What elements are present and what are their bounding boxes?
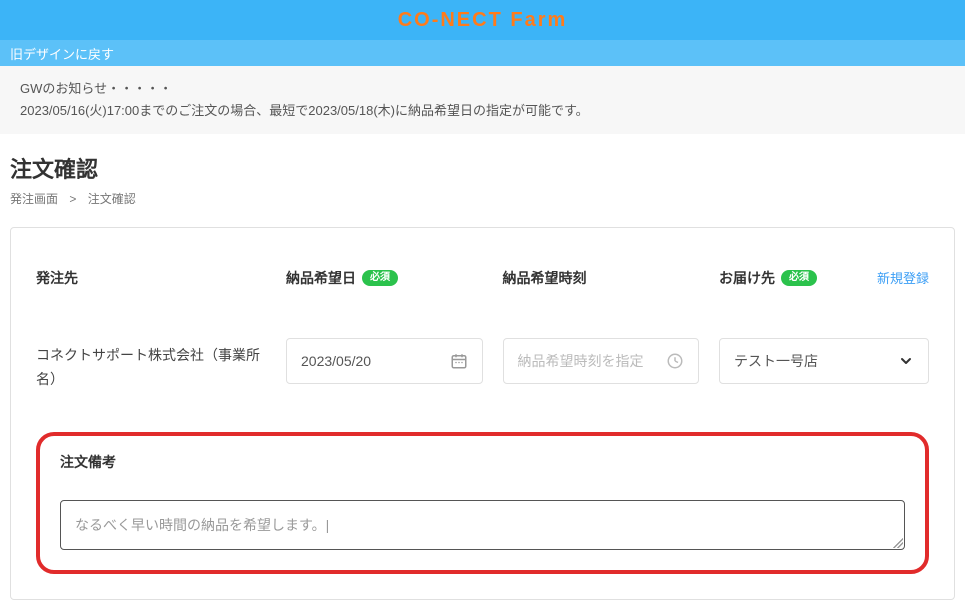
sub-header: 旧デザインに戻す bbox=[0, 40, 965, 66]
notice-bar: GWのお知らせ・・・・・ 2023/05/16(火)17:00までのご注文の場合… bbox=[0, 66, 965, 134]
field-row: 発注先 コネクトサポート株式会社（事業所名） 納品希望日 必須 2023/05/… bbox=[36, 268, 929, 392]
required-badge: 必須 bbox=[781, 270, 817, 286]
clock-icon bbox=[666, 352, 684, 370]
app-title: CO-NECT Farm bbox=[398, 9, 568, 32]
remarks-textarea[interactable]: なるべく早い時間の納品を希望します。| bbox=[60, 500, 905, 550]
label-delivery-date: 納品希望日 必須 bbox=[286, 268, 483, 288]
label-destination: 発注先 bbox=[36, 268, 266, 288]
notice-line-1: GWのお知らせ・・・・・ bbox=[20, 78, 945, 100]
breadcrumb-separator: > bbox=[69, 192, 76, 206]
calendar-icon bbox=[450, 352, 468, 370]
col-delivery-time: 納品希望時刻 納品希望時刻を指定 bbox=[503, 268, 700, 384]
remarks-highlight-box: 注文備考 なるべく早い時間の納品を希望します。| bbox=[36, 432, 929, 574]
order-form-panel: 発注先 コネクトサポート株式会社（事業所名） 納品希望日 必須 2023/05/… bbox=[10, 227, 955, 600]
breadcrumb: 発注画面 > 注文確認 bbox=[10, 190, 955, 207]
ship-to-value: テスト一号店 bbox=[734, 351, 818, 371]
delivery-date-value: 2023/05/20 bbox=[301, 353, 371, 369]
breadcrumb-current: 注文確認 bbox=[88, 192, 136, 206]
col-destination: 発注先 コネクトサポート株式会社（事業所名） bbox=[36, 268, 266, 392]
remarks-value: なるべく早い時間の納品を希望します。| bbox=[75, 517, 329, 533]
delivery-time-placeholder: 納品希望時刻を指定 bbox=[518, 351, 644, 371]
delivery-time-input[interactable]: 納品希望時刻を指定 bbox=[503, 338, 700, 384]
col-delivery-date: 納品希望日 必須 2023/05/20 bbox=[286, 268, 483, 384]
page-title-area: 注文確認 発注画面 > 注文確認 bbox=[0, 134, 965, 217]
new-register-link[interactable]: 新規登録 bbox=[877, 268, 929, 287]
app-header: CO-NECT Farm bbox=[0, 0, 965, 40]
notice-line-2: 2023/05/16(火)17:00までのご注文の場合、最短で2023/05/1… bbox=[20, 100, 945, 122]
ship-to-select[interactable]: テスト一号店 bbox=[719, 338, 929, 384]
breadcrumb-prev[interactable]: 発注画面 bbox=[10, 192, 58, 206]
value-destination: コネクトサポート株式会社（事業所名） bbox=[36, 338, 266, 392]
label-delivery-time: 納品希望時刻 bbox=[503, 268, 700, 288]
back-to-old-design-link[interactable]: 旧デザインに戻す bbox=[10, 44, 114, 63]
delivery-date-input[interactable]: 2023/05/20 bbox=[286, 338, 483, 384]
col-ship-to: お届け先 必須 新規登録 テスト一号店 bbox=[719, 268, 929, 384]
label-remarks: 注文備考 bbox=[60, 452, 905, 472]
page-title: 注文確認 bbox=[10, 152, 955, 184]
chevron-down-icon bbox=[898, 353, 914, 369]
required-badge: 必須 bbox=[362, 270, 398, 286]
